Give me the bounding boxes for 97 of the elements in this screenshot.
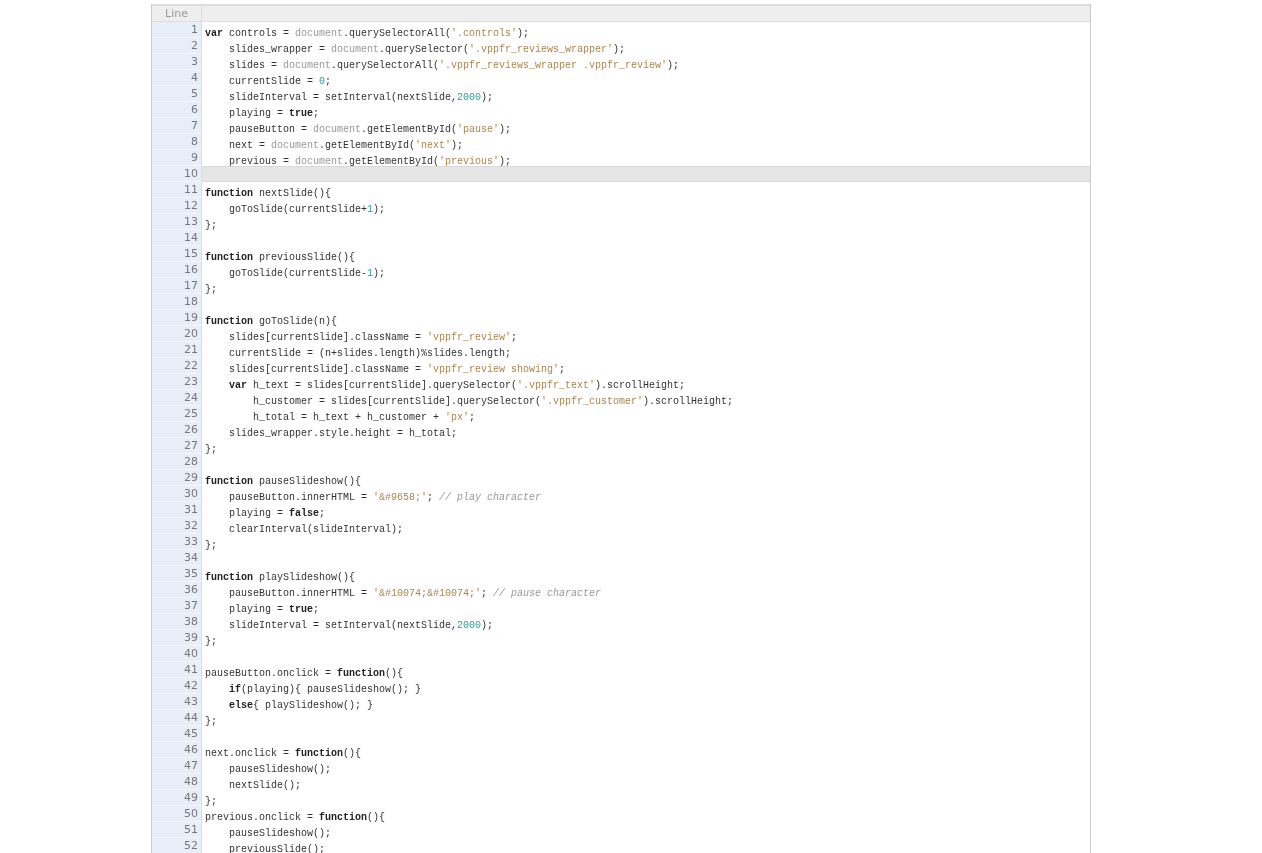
code-line: slideInterval = setInterval(nextSlide,2000); [228, 620, 494, 631]
code-line: }; [205, 284, 217, 295]
line-number: 5 [152, 86, 202, 102]
line-number: 14 [152, 230, 202, 246]
line-number: 8 [152, 134, 202, 150]
line-number: 39 [152, 630, 202, 646]
line-number: 15 [152, 246, 202, 262]
line-number: 30 [152, 486, 202, 502]
line-number: 19 [152, 310, 202, 326]
line-number: 50 [152, 806, 202, 822]
line-number: 26 [152, 422, 202, 438]
code-line: h_total = h_text + h_customer + 'px'; [252, 412, 476, 423]
code-line: clearInterval(slideInterval); [228, 524, 404, 535]
code-line: }; [205, 540, 217, 551]
code-line: slides[currentSlide].className = 'vppfr_review'; [228, 332, 518, 343]
gutter-header: Line [152, 6, 202, 21]
line-number: 4 [152, 70, 202, 86]
code-line: var h_text = slides[currentSlide].querySelector('.vppfr_text').scrollHeight; [228, 380, 686, 391]
code-line: }; [205, 716, 217, 727]
line-number: 52 [152, 838, 202, 853]
line-number: 46 [152, 742, 202, 758]
code-line: nextSlide(); [228, 780, 301, 791]
line-number: 6 [152, 102, 202, 118]
line-number: 24 [152, 390, 202, 406]
line-number: 21 [152, 342, 202, 358]
line-number: 11 [152, 182, 202, 198]
line-number: 7 [152, 118, 202, 134]
line-number: 23 [152, 374, 202, 390]
line-number: 27 [152, 438, 202, 454]
line-number: 25 [152, 406, 202, 422]
code-line: h_customer = slides[currentSlide].querySelector('.vppfr_customer').scrollHeight; [252, 396, 734, 407]
line-number: 43 [152, 694, 202, 710]
line-number: 17 [152, 278, 202, 294]
line-number: 31 [152, 502, 202, 518]
code-line: playing = true; [228, 108, 320, 119]
code-line: function previousSlide(){ [205, 252, 356, 263]
line-number: 44 [152, 710, 202, 726]
code-line: slides_wrapper = document.querySelector('.vppfr_reviews_wrapper'); [228, 44, 626, 55]
code-line: slideInterval = setInterval(nextSlide,2000); [228, 92, 494, 103]
code-line: if(playing){ pauseSlideshow(); } [228, 684, 422, 695]
code-line: function pauseSlideshow(){ [205, 476, 362, 487]
line-number: 22 [152, 358, 202, 374]
line-number: 33 [152, 534, 202, 550]
line-number: 1 [152, 22, 202, 38]
line-number: 32 [152, 518, 202, 534]
code-line: pauseButton = document.getElementById('pause'); [228, 124, 512, 135]
line-number: 34 [152, 550, 202, 566]
line-number: 49 [152, 790, 202, 806]
code-line: function goToSlide(n){ [205, 316, 338, 327]
code-line: playing = true; [228, 604, 320, 615]
line-number: 42 [152, 678, 202, 694]
line-number: 47 [152, 758, 202, 774]
code-line: slides_wrapper.style.height = h_total; [228, 428, 458, 439]
code-line: pauseButton.innerHTML = '&#10074;&#10074;'; // pause character [228, 588, 602, 599]
code-line: currentSlide = (n+slides.length)%slides.length; [228, 348, 512, 359]
code-line: previous.onclick = function(){ [205, 812, 386, 823]
line-number: 51 [152, 822, 202, 838]
line-number: 20 [152, 326, 202, 342]
code-line: next.onclick = function(){ [205, 748, 362, 759]
code-line: slides = document.querySelectorAll('.vppfr_reviews_wrapper .vppfr_review'); [228, 60, 680, 71]
line-number: 10 [152, 166, 202, 182]
line-number: 40 [152, 646, 202, 662]
line-number: 13 [152, 214, 202, 230]
line-number: 48 [152, 774, 202, 790]
line-number: 45 [152, 726, 202, 742]
line-number: 18 [152, 294, 202, 310]
code-line: pauseButton.onclick = function(){ [205, 668, 404, 679]
code-line: pauseSlideshow(); [228, 764, 332, 775]
code-line: pauseButton.innerHTML = '&#9658;'; // play character [228, 492, 542, 503]
code-line: }; [205, 444, 217, 455]
line-number: 36 [152, 582, 202, 598]
code-line: next = document.getElementById('next'); [228, 140, 464, 151]
line-number: 28 [152, 454, 202, 470]
code-line: slides[currentSlide].className = 'vppfr_review showing'; [228, 364, 566, 375]
line-number: 2 [152, 38, 202, 54]
line-number: 37 [152, 598, 202, 614]
line-number: 9 [152, 150, 202, 166]
code-line: }; [205, 636, 217, 647]
code-line: }; [205, 220, 217, 231]
code-line: pauseSlideshow(); [228, 828, 332, 839]
code-line: }; [205, 796, 217, 807]
line-number: 41 [152, 662, 202, 678]
code-line: else{ playSlideshow(); } [228, 700, 374, 711]
line-number: 38 [152, 614, 202, 630]
code-line: playing = false; [228, 508, 326, 519]
code-line: currentSlide = 0; [228, 76, 332, 87]
code-line: previous = document.getElementById('previous'); [228, 156, 512, 167]
line-number: 12 [152, 198, 202, 214]
line-number: 16 [152, 262, 202, 278]
code-line: goToSlide(currentSlide+1); [228, 204, 386, 215]
line-number: 29 [152, 470, 202, 486]
code-line: goToSlide(currentSlide-1); [228, 268, 386, 279]
line-number: 35 [152, 566, 202, 582]
code-line: function playSlideshow(){ [205, 572, 356, 583]
code-line: function nextSlide(){ [205, 188, 332, 199]
line-number: 3 [152, 54, 202, 70]
code-line: var controls = document.querySelectorAll('.controls'); [205, 28, 530, 39]
